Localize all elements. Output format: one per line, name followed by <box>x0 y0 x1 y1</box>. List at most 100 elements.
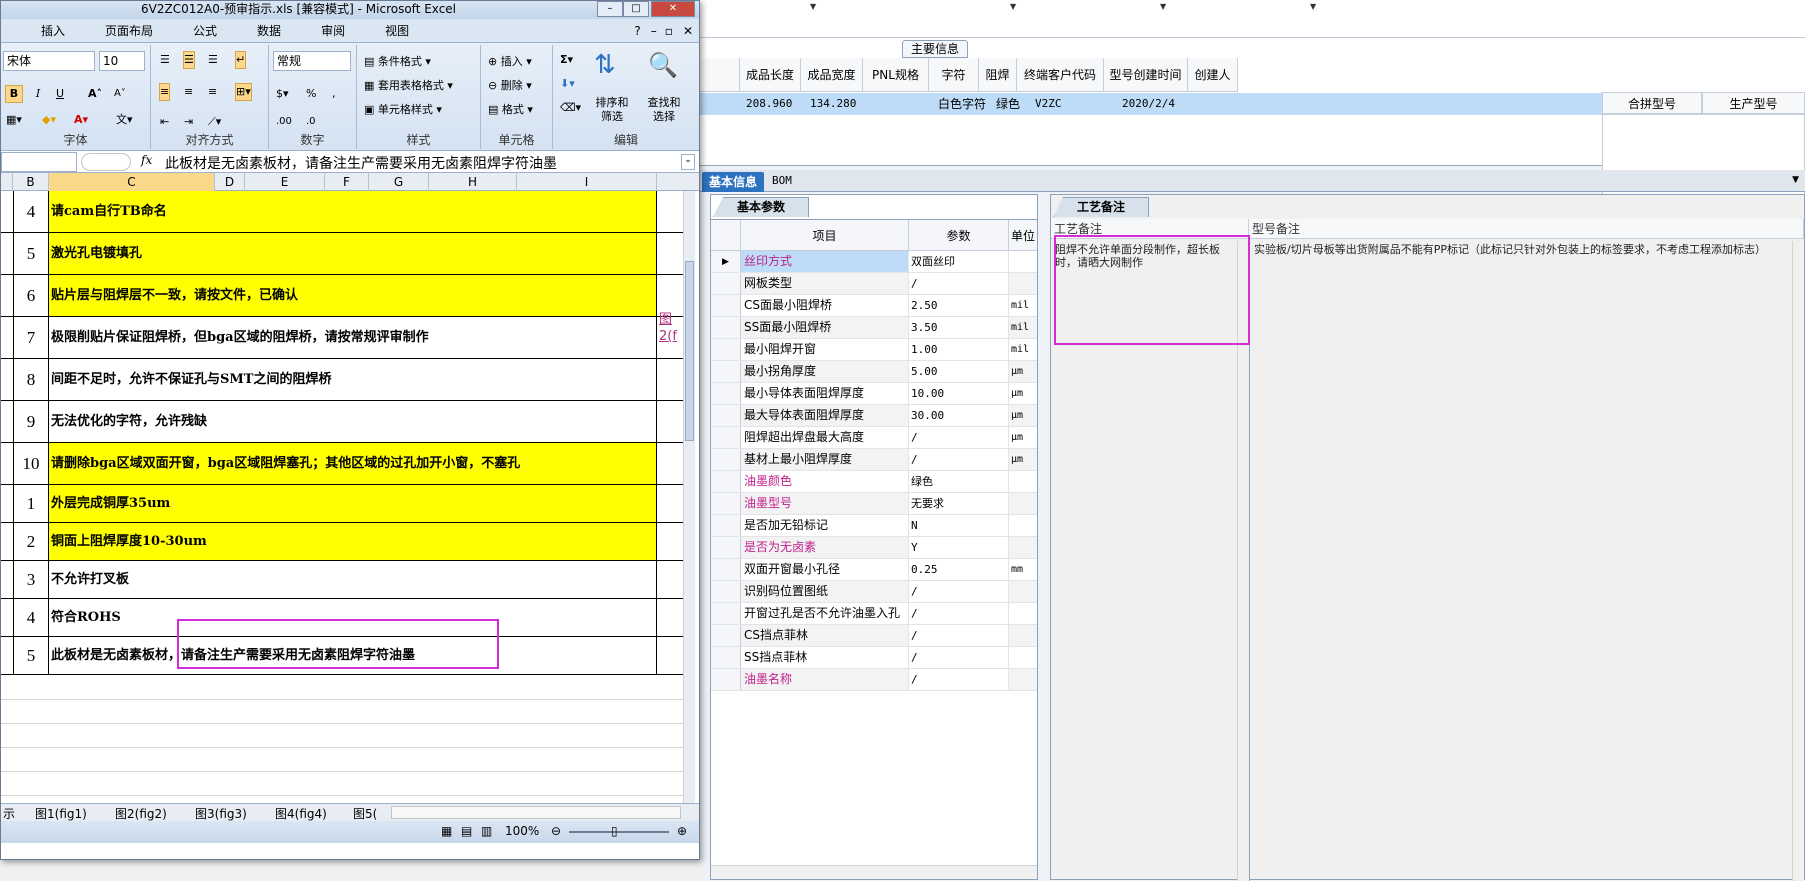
zoom-thumb[interactable]: ▯ <box>611 824 618 838</box>
header-char[interactable]: 字符 <box>929 58 979 92</box>
zoom-level[interactable]: 100% <box>505 824 539 838</box>
param-value[interactable]: / <box>909 669 1009 690</box>
header-param[interactable]: 参数 <box>909 220 1009 250</box>
row-selector[interactable] <box>711 493 741 514</box>
instruction-cell[interactable]: 请cam自行TB命名 <box>49 191 657 232</box>
page-layout-icon[interactable]: ▤ <box>461 824 472 838</box>
param-value[interactable]: / <box>909 603 1009 624</box>
fill-color-icon[interactable]: ◆▾ <box>41 111 57 129</box>
row-number-cell[interactable]: 9 <box>13 401 49 442</box>
sheet-row[interactable]: 2 铜面上阻焊厚度10-30um <box>1 523 683 561</box>
tab-view[interactable]: 视图 <box>365 22 429 39</box>
sheet-row[interactable]: 5 激光孔电镀填孔 <box>1 233 683 275</box>
empty-row[interactable] <box>1 771 683 772</box>
shrink-font-icon[interactable]: A˅ <box>113 85 127 103</box>
autosum-icon[interactable]: Σ▾ <box>559 51 574 69</box>
dropdown-arrow-icon[interactable]: ▼ <box>1010 2 1016 11</box>
fill-icon[interactable]: ⬇▾ <box>559 75 576 93</box>
param-value[interactable]: 1.00 <box>909 339 1009 360</box>
param-row[interactable]: 最小导体表面阻焊厚度 10.00 μm <box>711 383 1037 405</box>
row-selector[interactable] <box>711 471 741 492</box>
param-value[interactable]: 3.50 <box>909 317 1009 338</box>
corner-cell[interactable] <box>711 220 741 250</box>
remark2-scrollbar[interactable] <box>1792 241 1804 881</box>
param-row[interactable]: 是否加无铅标记 N <box>711 515 1037 537</box>
instruction-cell[interactable]: 不允许打叉板 <box>49 561 657 598</box>
instruction-cell[interactable]: 无法优化的字符，允许残缺 <box>49 401 657 442</box>
param-row[interactable]: 网板类型 / <box>711 273 1037 295</box>
zoom-in-icon[interactable]: ⊕ <box>677 824 687 838</box>
empty-row[interactable] <box>1 795 683 796</box>
header-created[interactable]: 型号创建时间 <box>1104 58 1188 92</box>
row-number-cell[interactable]: 3 <box>13 561 49 598</box>
param-row[interactable]: SS面最小阻焊桥 3.50 mil <box>711 317 1037 339</box>
row-selector[interactable] <box>711 515 741 536</box>
param-row[interactable]: CS面最小阻焊桥 2.50 mil <box>711 295 1037 317</box>
row-number-cell[interactable]: 5 <box>13 233 49 274</box>
row-selector[interactable] <box>711 405 741 426</box>
row-pointer-icon[interactable]: ▶ <box>711 251 741 272</box>
row-number-cell[interactable]: 8 <box>13 359 49 400</box>
param-value[interactable]: 0.25 <box>909 559 1009 580</box>
param-value[interactable]: / <box>909 581 1009 602</box>
find-select-icon[interactable]: 🔍 <box>647 49 679 81</box>
tab-process-remarks[interactable]: 工艺备注 <box>1053 197 1149 217</box>
param-row[interactable]: 最小阻焊开窗 1.00 mil <box>711 339 1037 361</box>
instruction-cell[interactable]: 铜面上阻焊厚度10-30um <box>49 523 657 560</box>
zoom-slider[interactable] <box>569 831 669 833</box>
sheet-tab[interactable]: 示 <box>3 805 15 822</box>
ribbon-minimize-icon[interactable]: – <box>647 24 661 38</box>
sheet-row[interactable]: 4 请cam自行TB命名 <box>1 191 683 233</box>
header-combo-model[interactable]: 合拼型号 <box>1602 92 1702 114</box>
help-icon[interactable]: ? <box>628 24 646 38</box>
sheet-tab[interactable]: 图4(fig4) <box>275 805 327 822</box>
spreadsheet-grid[interactable]: 4 请cam自行TB命名 5 激光孔电镀填孔 6 贴片层与阻焊层不一致，请按文件，已确认 7… <box>1 191 683 803</box>
sheet-row[interactable]: 6 贴片层与阻焊层不一致，请按文件，已确认 <box>1 275 683 317</box>
header-pnl[interactable]: PNL规格 <box>863 58 929 92</box>
sheet-vertical-scrollbar[interactable] <box>683 191 695 803</box>
underline-button[interactable]: U <box>51 85 69 103</box>
param-value[interactable]: / <box>909 647 1009 668</box>
param-row[interactable]: 油墨型号 无要求 <box>711 493 1037 515</box>
percent-button[interactable]: % <box>305 85 317 103</box>
accounting-icon[interactable]: $▾ <box>275 85 290 103</box>
col-header-b[interactable]: B <box>13 173 49 191</box>
border-icon[interactable]: ▦▾ <box>5 111 23 129</box>
dropdown-arrow-icon[interactable]: ▼ <box>810 2 816 11</box>
find-select-button[interactable]: 查找和 选择 <box>641 95 687 125</box>
align-right-icon[interactable]: ≡ <box>207 83 218 101</box>
param-value[interactable]: 5.00 <box>909 361 1009 382</box>
header-width[interactable]: 成品宽度 <box>801 58 863 92</box>
row-selector[interactable] <box>711 449 741 470</box>
col-header-f[interactable]: F <box>325 173 369 191</box>
maximize-button[interactable]: □ <box>623 1 649 17</box>
param-row[interactable]: 油墨颜色 绿色 <box>711 471 1037 493</box>
param-row[interactable]: CS挡点菲林 / <box>711 625 1037 647</box>
param-row[interactable]: 基材上最小阻焊厚度 / μm <box>711 449 1037 471</box>
name-box[interactable] <box>1 152 77 172</box>
row-selector[interactable] <box>711 361 741 382</box>
tab-page-layout[interactable]: 页面布局 <box>85 22 173 39</box>
tab-basic-info[interactable]: 基本信息 <box>702 172 764 192</box>
header-creator[interactable]: 创建人 <box>1188 58 1238 92</box>
comma-icon[interactable]: , <box>331 85 337 103</box>
param-row[interactable]: 阻焊超出焊盘最大高度 / μm <box>711 427 1037 449</box>
param-value[interactable]: 30.00 <box>909 405 1009 426</box>
param-value[interactable]: 10.00 <box>909 383 1009 404</box>
clear-icon[interactable]: ⌫▾ <box>559 99 582 117</box>
number-format-select[interactable]: 常规 <box>273 51 351 71</box>
row-selector[interactable] <box>711 559 741 580</box>
font-size-select[interactable]: 10 <box>99 51 145 71</box>
sheet-row[interactable]: 3 不允许打叉板 <box>1 561 683 599</box>
tab-review[interactable]: 审阅 <box>301 22 365 39</box>
increase-decimal-icon[interactable]: .00 <box>275 113 293 131</box>
expand-formula-icon[interactable]: ⌄ <box>681 154 695 170</box>
sheet-tab[interactable]: 图3(fig3) <box>195 805 247 822</box>
row-number-cell[interactable]: 4 <box>13 599 49 636</box>
sheet-row[interactable]: 1 外层完成铜厚35um <box>1 485 683 523</box>
row-number-cell[interactable]: 5 <box>13 637 49 674</box>
instruction-cell[interactable]: 请删除bga区域双面开窗，bga区域阻焊塞孔；其他区域的过孔加开小窗，不塞孔 <box>49 443 657 484</box>
normal-view-icon[interactable]: ▦ <box>441 824 452 838</box>
row-selector[interactable] <box>711 537 741 558</box>
empty-row[interactable] <box>1 747 683 748</box>
